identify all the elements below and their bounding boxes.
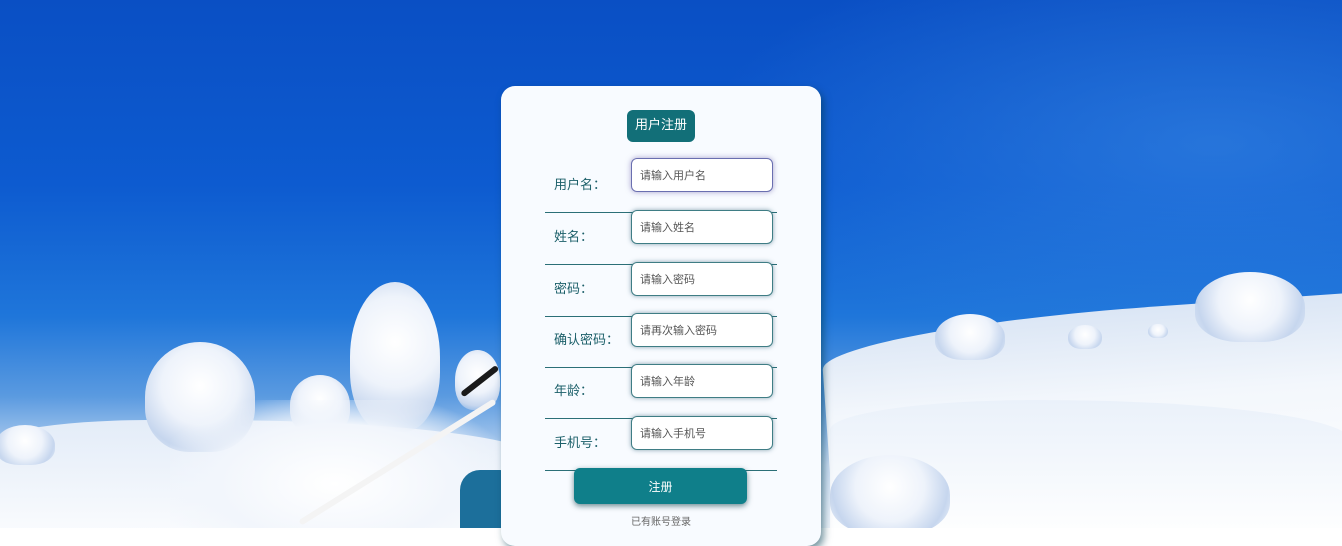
name-label: 姓名： [554, 230, 594, 245]
password-input[interactable] [631, 262, 773, 296]
form-row-confirm-password: 确认密码： [545, 313, 777, 368]
confirm-password-input[interactable] [631, 313, 773, 347]
snow-tree [0, 425, 55, 465]
form-row-name: 姓名： [545, 210, 777, 265]
form-row-age: 年龄： [545, 364, 777, 419]
snow-tree [830, 455, 950, 528]
username-input[interactable] [631, 158, 773, 192]
register-title: 用户注册 [627, 110, 695, 142]
name-input[interactable] [631, 210, 773, 244]
form-row-phone: 手机号： [545, 416, 777, 471]
login-link[interactable]: 已有账号登录 [501, 513, 821, 528]
phone-label: 手机号： [554, 436, 607, 451]
password-label: 密码： [554, 282, 594, 297]
age-label: 年龄： [554, 384, 594, 399]
snow-tree [1195, 272, 1305, 342]
snow-tree [1068, 325, 1102, 349]
snow-spray [170, 400, 500, 528]
confirm-password-label: 确认密码： [554, 333, 620, 348]
register-button[interactable]: 注册 [574, 468, 747, 504]
phone-input[interactable] [631, 416, 773, 450]
snow-tree [935, 314, 1005, 360]
snow-tree [1148, 324, 1168, 338]
age-input[interactable] [631, 364, 773, 398]
register-card: 用户注册 用户名： 姓名： 密码： 确认密码： 年龄： 手机号： 注册 已有账号… [501, 86, 821, 546]
username-label: 用户名： [554, 178, 607, 193]
form-row-username: 用户名： [545, 158, 777, 213]
form-row-password: 密码： [545, 262, 777, 317]
